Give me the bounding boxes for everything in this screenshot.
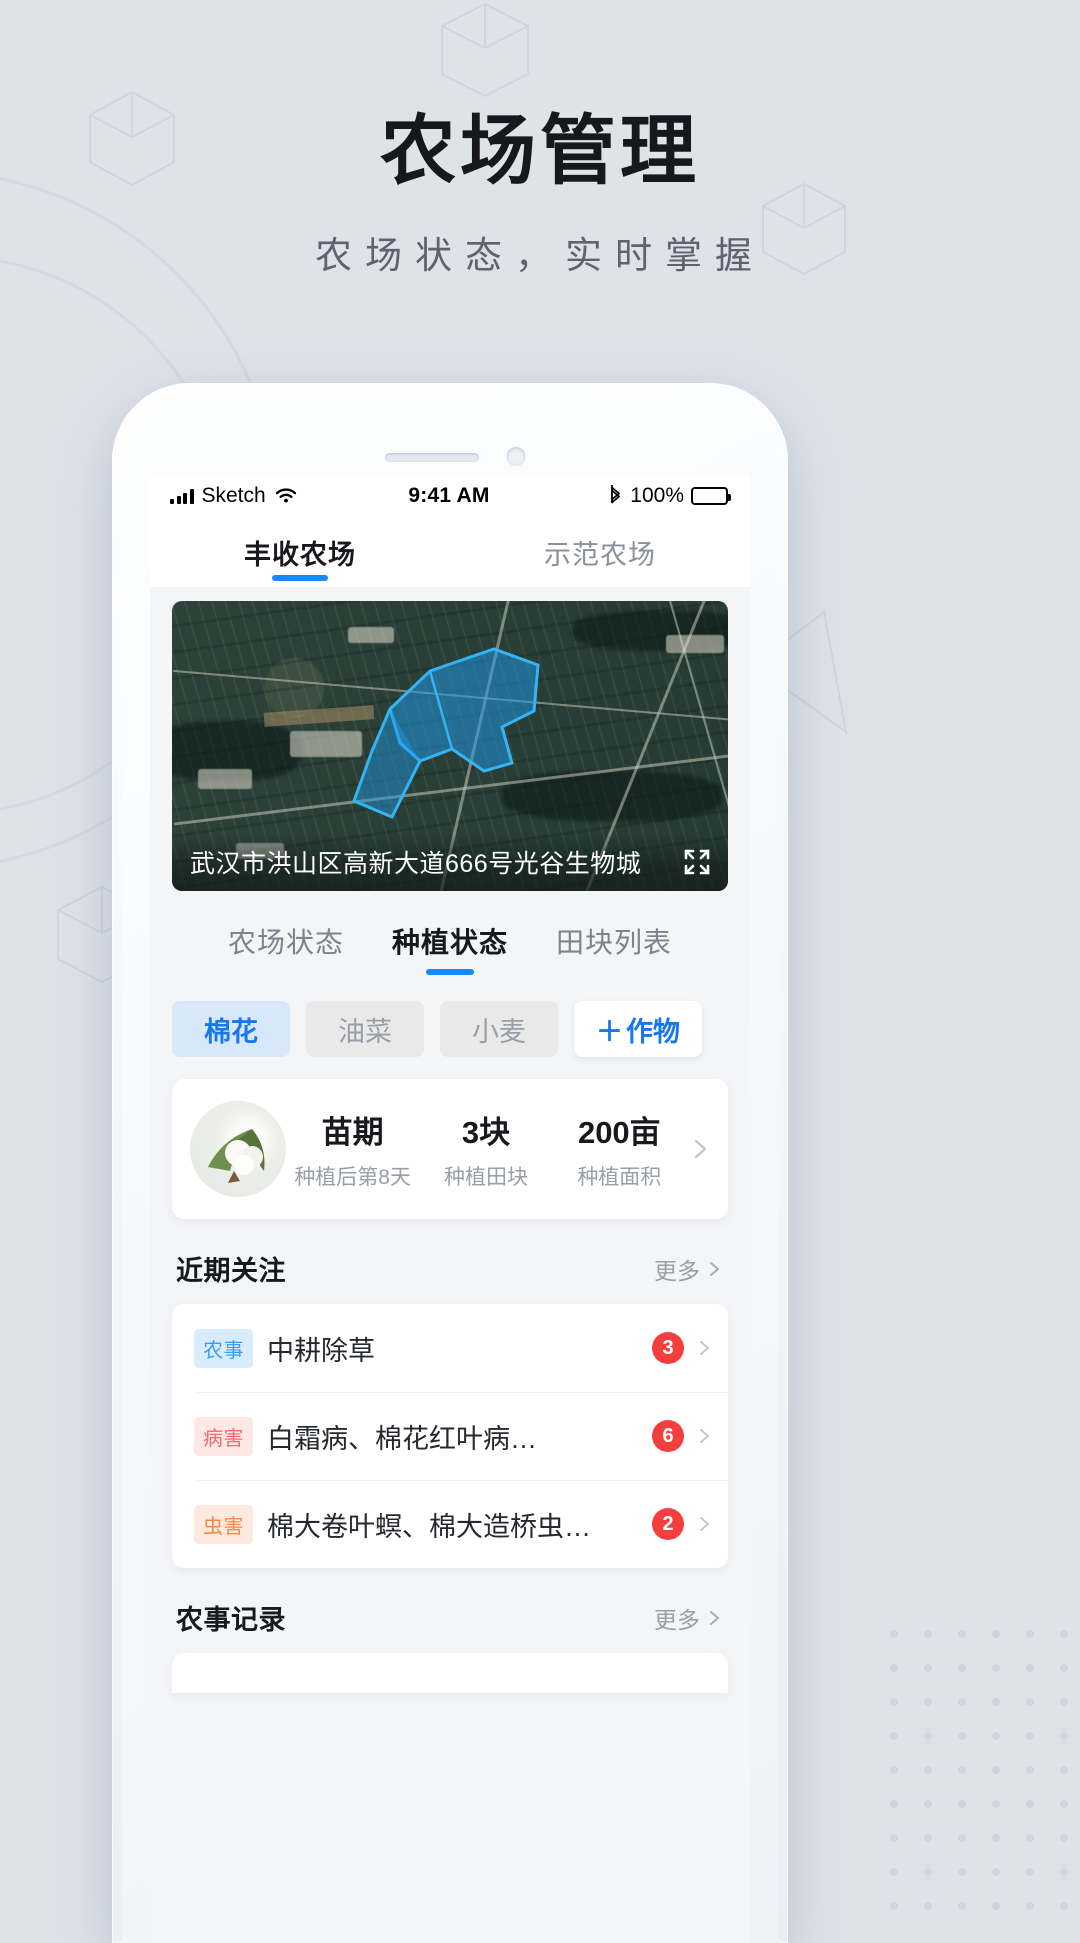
bluetooth-icon [611, 485, 621, 504]
hero-block: 农场管理 农场状态，实时掌握 [0, 104, 1080, 279]
section-title: 近期关注 [176, 1256, 286, 1286]
chevron-right-icon [700, 1341, 709, 1355]
farm-tab-harvest[interactable]: 丰收农场 [150, 517, 450, 587]
farm-tab-bar: 丰收农场 示范农场 [150, 517, 750, 587]
field-parcel-overlay[interactable] [342, 631, 602, 831]
list-item[interactable]: 虫害 棉大卷叶螟、棉大造桥虫… 2 [172, 1480, 728, 1568]
crop-chip-label: 小麦 [472, 1016, 526, 1047]
phone-screen: Sketch 9:41 AM 100% 丰收农场 示范农场 武汉市洪山区高新大道… [150, 475, 750, 1943]
dot-grid-decoration [890, 1630, 1068, 1910]
records-section-header: 农事记录 更多 [150, 1568, 750, 1653]
recent-more-link[interactable]: 更多 [654, 1252, 724, 1286]
farm-tab-label: 丰收农场 [244, 539, 356, 570]
recent-attention-list: 农事 中耕除草 3 病害 白霜病、棉花红叶病… 6 虫害 棉大卷叶螟、棉大造桥虫… [172, 1304, 728, 1568]
battery-full-icon [691, 487, 731, 505]
list-item[interactable]: 农事 中耕除草 3 [172, 1304, 728, 1392]
wifi-icon [275, 488, 296, 503]
more-label: 更多 [654, 1257, 700, 1284]
tab-farm-status[interactable]: 农场状态 [228, 921, 344, 975]
stat-value: 苗期 [321, 1115, 384, 1150]
map-address-bar: 武汉市洪山区高新大道666号光谷生物城 [172, 833, 728, 891]
crop-chip-rapeseed[interactable]: 油菜 [306, 1001, 424, 1057]
count-badge: 6 [652, 1420, 684, 1452]
status-tab-bar: 农场状态 种植状态 田块列表 [150, 891, 750, 975]
stat-label: 种植面积 [577, 1166, 662, 1189]
cube-outline-icon [441, 2, 529, 98]
farm-tab-demo[interactable]: 示范农场 [450, 517, 750, 587]
stat-field-count: 3块 种植田块 [419, 1107, 552, 1191]
battery-percent-label: 100% [630, 484, 684, 507]
status-badge: 虫害 [194, 1504, 253, 1544]
tab-label: 田块列表 [556, 927, 673, 958]
chevron-right-icon [694, 1139, 707, 1159]
status-badge: 农事 [194, 1328, 253, 1368]
summary-stat-columns: 苗期 种植后第8天 3块 种植田块 200亩 种植面积 [286, 1107, 686, 1191]
tab-label: 种植状态 [391, 927, 508, 958]
map-village [198, 769, 252, 789]
list-item-title: 中耕除草 [267, 1335, 375, 1366]
crop-chip-row: 棉花 油菜 小麦 ＋ 作物 [150, 975, 750, 1057]
phone-front-camera-icon [506, 447, 526, 466]
tab-planting-status[interactable]: 种植状态 [392, 921, 508, 975]
add-crop-button[interactable]: ＋ 作物 [574, 1001, 702, 1057]
list-item-title: 白霜病、棉花红叶病… [267, 1423, 537, 1454]
page-subtitle: 农场状态，实时掌握 [315, 235, 765, 276]
planting-summary-card[interactable]: 苗期 种植后第8天 3块 种植田块 200亩 种植面积 [172, 1079, 728, 1219]
stat-label: 种植后第8天 [294, 1166, 411, 1189]
farm-tab-label: 示范农场 [544, 539, 656, 570]
recent-section-header: 近期关注 更多 [150, 1219, 750, 1304]
tab-field-list[interactable]: 田块列表 [556, 921, 672, 975]
chevron-right-icon [700, 1429, 709, 1443]
stat-planted-area: 200亩 种植面积 [553, 1107, 686, 1191]
status-badge: 病害 [194, 1416, 253, 1456]
status-bar-time: 9:41 AM [408, 484, 490, 507]
count-badge: 3 [652, 1332, 684, 1364]
stat-label: 种植田块 [443, 1166, 528, 1189]
count-badge: 2 [652, 1508, 684, 1540]
records-list-card[interactable] [172, 1653, 728, 1693]
crop-chip-wheat[interactable]: 小麦 [440, 1001, 558, 1057]
more-label: 更多 [654, 1606, 700, 1633]
records-more-link[interactable]: 更多 [654, 1601, 724, 1635]
crop-chip-label: 棉花 [204, 1016, 258, 1047]
chevron-right-icon [710, 1261, 719, 1276]
stat-value: 200亩 [577, 1115, 661, 1150]
expand-fullscreen-icon[interactable] [682, 847, 712, 877]
add-crop-label: 作物 [626, 1016, 680, 1047]
cotton-boll-image [190, 1101, 286, 1197]
crop-chip-label: 油菜 [338, 1016, 392, 1047]
phone-mockup: Sketch 9:41 AM 100% 丰收农场 示范农场 武汉市洪山区高新大道… [112, 383, 788, 1943]
section-title: 农事记录 [176, 1605, 286, 1635]
satellite-map[interactable]: 武汉市洪山区高新大道666号光谷生物城 [172, 601, 728, 891]
phone-speaker [385, 453, 479, 462]
list-item-title: 棉大卷叶螟、棉大造桥虫… [267, 1511, 591, 1542]
page-title: 农场管理 [380, 109, 700, 194]
chevron-right-icon [710, 1610, 719, 1625]
map-address-label: 武汉市洪山区高新大道666号光谷生物城 [190, 850, 642, 878]
stat-growth-stage: 苗期 种植后第8天 [286, 1107, 419, 1191]
list-item[interactable]: 病害 白霜病、棉花红叶病… 6 [172, 1392, 728, 1480]
signal-bars-icon [170, 488, 194, 504]
status-bar-right: 100% [490, 484, 731, 508]
status-bar: Sketch 9:41 AM 100% [150, 475, 750, 517]
map-village [666, 635, 724, 653]
chevron-right-icon [700, 1517, 709, 1531]
status-bar-left: Sketch [170, 484, 408, 508]
stat-value: 3块 [461, 1115, 511, 1150]
crop-chip-cotton[interactable]: 棉花 [172, 1001, 290, 1057]
tab-label: 农场状态 [227, 927, 344, 958]
carrier-label: Sketch [201, 484, 266, 507]
plus-icon: ＋ [596, 1016, 623, 1047]
